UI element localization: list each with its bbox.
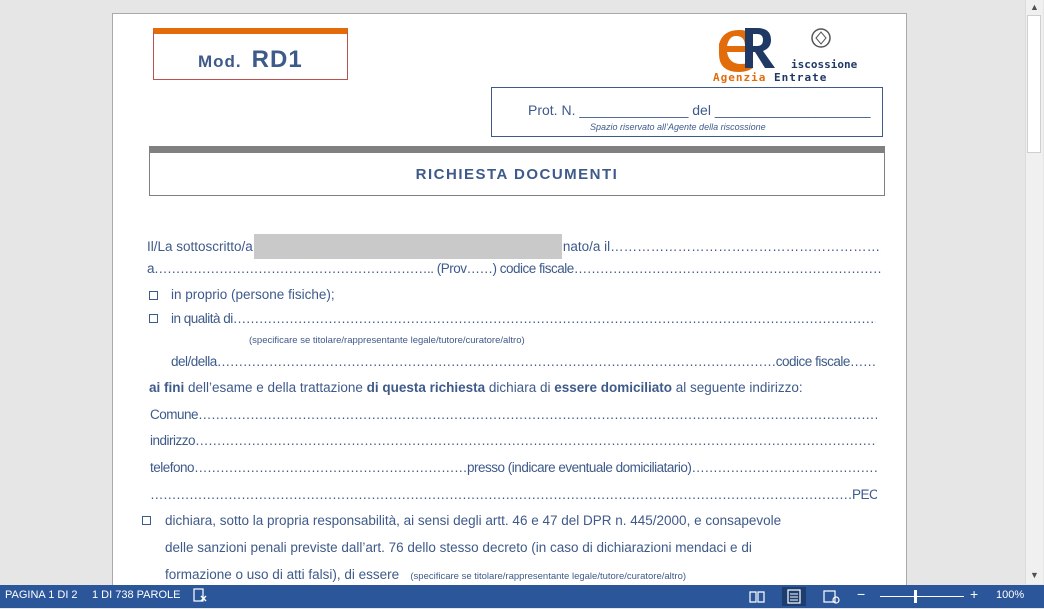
- dichiara-text: dichiara di: [485, 380, 555, 395]
- line-indirizzo: indirizzo……………………………………………………………………………………: [150, 433, 877, 448]
- web-layout-icon[interactable]: [819, 587, 843, 606]
- line-luogo-nascita: a……………………………………………………….. (Prov……) codice…: [147, 261, 882, 276]
- zoom-slider-track[interactable]: [880, 596, 964, 597]
- dichiara-line-3: formazione o uso di atti falsi), di esse…: [165, 567, 686, 582]
- dichiara-line-3a: formazione o uso di atti falsi), di esse…: [165, 567, 400, 582]
- protocol-line: Prot. N. ______________ del ____________…: [528, 102, 871, 118]
- line-pec: ……………………………………………………………………………………………………………: [150, 487, 877, 502]
- line-del-della: del/della……………………………………………………………………………………: [171, 354, 876, 369]
- checkbox-in-qualita[interactable]: [149, 314, 158, 323]
- option-in-qualita: in qualità di…………………………………………………………………………: [171, 311, 876, 326]
- title-box: RICHIESTA DOCUMENTI: [149, 146, 885, 196]
- option-in-qualita-note: (specificare se titolare/rappresentante …: [249, 335, 525, 346]
- scroll-up-arrow-icon[interactable]: ▲: [1030, 2, 1039, 12]
- dichiara-line-2: delle sanzioni penali previste dall’art.…: [165, 540, 752, 555]
- checkbox-in-proprio[interactable]: [149, 291, 158, 300]
- nato-label: nato/a il……………………………………………………………………………………: [562, 239, 882, 254]
- page-indicator[interactable]: PAGINA 1 DI 2: [5, 589, 78, 601]
- agenzia-riscossione-logo: iscossione Agenzia Entrate: [713, 24, 888, 86]
- sottoscritto-label: Il/La sottoscritto/a: [147, 239, 253, 254]
- model-code-box: Mod. RD1: [153, 28, 348, 80]
- line-ai-fini: ai fini dell’esame e della trattazione d…: [149, 380, 803, 395]
- logo-entrate: Entrate: [773, 71, 828, 84]
- word-count[interactable]: 1 DI 738 PAROLE: [92, 589, 180, 601]
- line-telefono: telefono………………………………………………………presso (ind…: [150, 460, 877, 475]
- status-bar: PAGINA 1 DI 2 1 DI 738 PAROLE − + 100%: [0, 585, 1044, 608]
- dichiara-line-3b: (specificare se titolare/rappresentante …: [410, 571, 687, 582]
- logo-agenzia: Agenzia: [713, 71, 767, 84]
- scrollbar-thumb[interactable]: [1027, 15, 1041, 153]
- vertical-scrollbar[interactable]: ▲ ▼: [1025, 0, 1043, 584]
- zoom-slider-thumb[interactable]: [914, 590, 917, 603]
- ai-fini-text: dell’esame e della trattazione: [184, 380, 367, 395]
- line-sottoscritto: Il/La sottoscritto/a nato/a il………………………………: [147, 234, 882, 259]
- read-mode-icon[interactable]: [745, 587, 769, 606]
- protocol-note: Spazio riservato all’Agente della riscos…: [590, 122, 766, 132]
- mod-code: RD1: [251, 46, 303, 73]
- document-page: Mod. RD1 iscossione Agenzia Entrate Prot.…: [112, 13, 907, 588]
- proofing-icon[interactable]: [192, 587, 208, 606]
- protocol-box: Prot. N. ______________ del ____________…: [491, 87, 883, 137]
- domiciliato-bold: essere domiciliato: [554, 380, 673, 395]
- mod-label: Mod.: [198, 52, 242, 71]
- document-title: RICHIESTA DOCUMENTI: [415, 166, 619, 183]
- ai-fini-bold: ai fini: [149, 380, 185, 395]
- option-in-proprio: in proprio (persone fisiche);: [171, 287, 335, 302]
- checkbox-dichiara[interactable]: [142, 516, 151, 525]
- zoom-level[interactable]: 100%: [996, 589, 1024, 601]
- zoom-out-icon[interactable]: −: [857, 586, 865, 602]
- logo-riscossione: iscossione: [791, 58, 858, 71]
- zoom-in-icon[interactable]: +: [970, 586, 978, 602]
- scroll-down-arrow-icon[interactable]: ▼: [1030, 570, 1039, 580]
- richiesta-bold: di questa richiesta: [366, 380, 486, 395]
- dichiara-line-1: dichiara, sotto la propria responsabilit…: [165, 513, 782, 528]
- indirizzo-text: al seguente indirizzo:: [672, 380, 803, 395]
- line-comune: Comune……………………………………………………………………………………………: [150, 407, 877, 422]
- print-layout-icon[interactable]: [782, 587, 806, 606]
- redacted-name-field[interactable]: [253, 234, 562, 259]
